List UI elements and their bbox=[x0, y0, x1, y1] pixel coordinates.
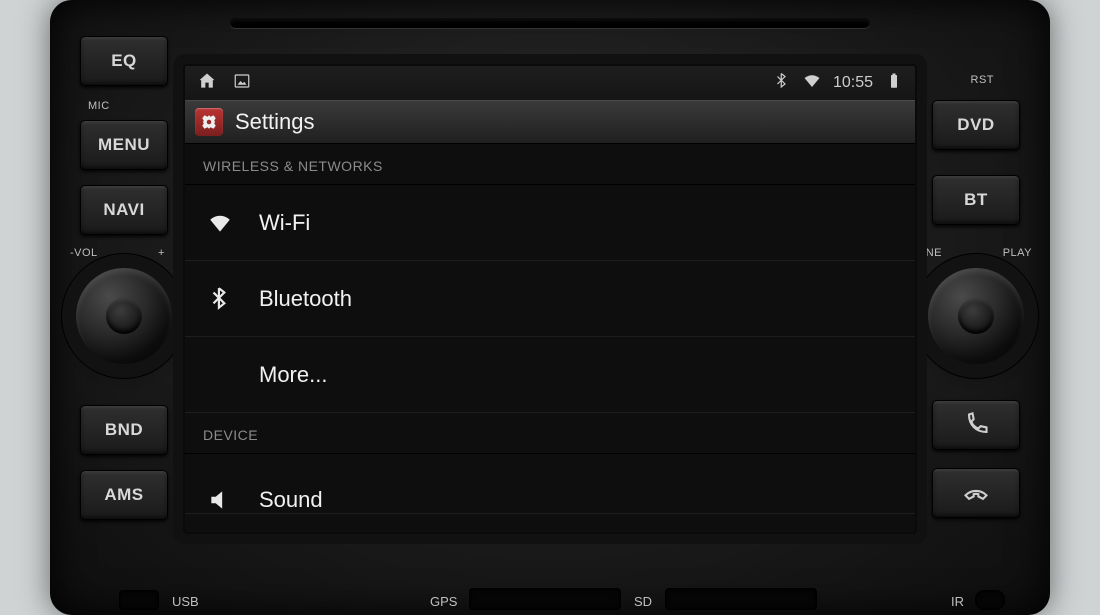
disc-slot[interactable] bbox=[230, 18, 870, 28]
dvd-button[interactable]: DVD bbox=[932, 100, 1020, 150]
bt-button[interactable]: BT bbox=[932, 175, 1020, 225]
row-sound[interactable]: Sound bbox=[185, 454, 915, 514]
status-bar: 10:55 bbox=[185, 66, 915, 100]
wifi-icon bbox=[203, 210, 237, 236]
sound-icon bbox=[203, 487, 237, 513]
gps-slot[interactable] bbox=[470, 589, 620, 609]
mic-label: MIC bbox=[88, 100, 110, 112]
row-more[interactable]: More... bbox=[185, 337, 915, 413]
settings-app-icon bbox=[195, 108, 223, 136]
menu-button[interactable]: MENU bbox=[80, 120, 168, 170]
wifi-status-icon bbox=[803, 72, 821, 95]
section-device-header: DEVICE bbox=[185, 413, 915, 454]
navi-button[interactable]: NAVI bbox=[80, 185, 168, 235]
row-bluetooth[interactable]: Bluetooth bbox=[185, 261, 915, 337]
rst-label: RST bbox=[971, 74, 995, 86]
bnd-button[interactable]: BND bbox=[80, 405, 168, 455]
section-wireless-header: WIRELESS & NETWORKS bbox=[185, 144, 915, 185]
ir-receiver bbox=[976, 591, 1004, 609]
sd-slot[interactable] bbox=[666, 589, 816, 609]
row-wifi[interactable]: Wi-Fi bbox=[185, 185, 915, 261]
tune-knob[interactable] bbox=[928, 268, 1024, 364]
vol-minus-label: -VOL bbox=[70, 247, 98, 259]
android-screen: 10:55 Settings WIRELESS & NETWORKS Wi-Fi bbox=[183, 64, 917, 534]
row-bluetooth-label: Bluetooth bbox=[259, 286, 352, 312]
sd-label: SD bbox=[634, 594, 652, 609]
volume-knob[interactable] bbox=[76, 268, 172, 364]
battery-icon bbox=[885, 72, 903, 95]
eq-button[interactable]: EQ bbox=[80, 36, 168, 86]
row-sound-label: Sound bbox=[259, 487, 323, 513]
bluetooth-status-icon bbox=[773, 72, 791, 95]
phone-answer-button[interactable] bbox=[932, 400, 1020, 450]
bluetooth-icon bbox=[203, 286, 237, 312]
home-icon[interactable] bbox=[197, 71, 217, 96]
picture-icon[interactable] bbox=[233, 72, 251, 95]
usb-port[interactable] bbox=[120, 591, 158, 609]
row-more-label: More... bbox=[259, 362, 327, 388]
head-unit: EQ MIC MENU NAVI -VOL + BND AMS RST DVD … bbox=[50, 0, 1050, 615]
ir-label: IR bbox=[951, 594, 964, 609]
gps-label: GPS bbox=[430, 594, 457, 609]
phone-icon bbox=[962, 411, 990, 439]
title-bar: Settings bbox=[185, 100, 915, 144]
status-time: 10:55 bbox=[833, 74, 873, 92]
page-title: Settings bbox=[235, 109, 315, 135]
settings-list[interactable]: WIRELESS & NETWORKS Wi-Fi Bluetooth More… bbox=[185, 144, 915, 532]
row-wifi-label: Wi-Fi bbox=[259, 210, 310, 236]
vol-plus-label: + bbox=[158, 247, 165, 259]
play-label: PLAY bbox=[1003, 247, 1032, 259]
ams-button[interactable]: AMS bbox=[80, 470, 168, 520]
phone-down-icon bbox=[962, 479, 990, 507]
usb-label: USB bbox=[172, 594, 199, 609]
phone-hangup-button[interactable] bbox=[932, 468, 1020, 518]
